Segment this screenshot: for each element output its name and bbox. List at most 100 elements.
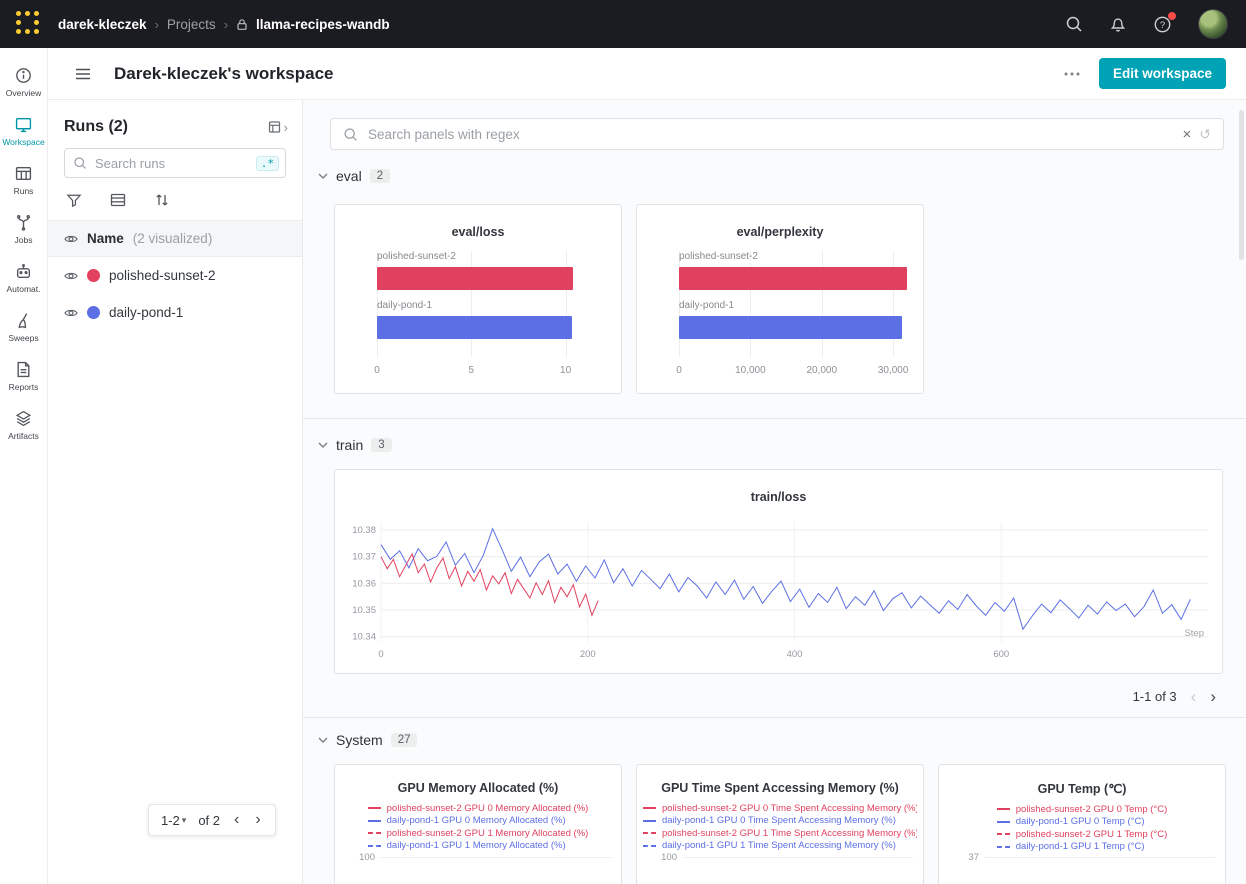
breadcrumb-user[interactable]: darek-kleczek (58, 17, 147, 32)
run-name[interactable]: daily-pond-1 (109, 305, 183, 320)
legend-entry[interactable]: daily-pond-1 GPU 0 Memory Allocated (%) (368, 815, 589, 828)
edit-workspace-button[interactable]: Edit workspace (1099, 58, 1226, 89)
info-icon (15, 67, 32, 84)
rail-item-artifacts[interactable]: Artifacts (0, 401, 48, 450)
svg-text:0: 0 (378, 649, 383, 660)
bar-category-label: daily-pond-1 (377, 300, 609, 312)
legend-entry[interactable]: polished-sunset-2 GPU 1 Time Spent Acces… (643, 827, 917, 840)
svg-text:10.36: 10.36 (352, 578, 376, 589)
search-icon[interactable] (1065, 15, 1083, 33)
bar[interactable] (377, 267, 573, 290)
legend-entry[interactable]: polished-sunset-2 GPU 0 Temp (°C) (997, 803, 1167, 816)
legend-entry[interactable]: daily-pond-1 GPU 1 Memory Allocated (%) (368, 840, 589, 853)
svg-text:600: 600 (993, 649, 1009, 660)
panel-gpu-memory-allocated[interactable]: GPU Memory Allocated (%) polished-sunset… (334, 764, 622, 884)
hamburger-menu-icon[interactable] (74, 65, 92, 83)
section-name[interactable]: System (336, 732, 383, 748)
legend-entry[interactable]: polished-sunset-2 GPU 1 Memory Allocated… (368, 827, 589, 840)
group-icon[interactable] (110, 193, 126, 207)
rail-item-runs[interactable]: Runs (0, 156, 48, 205)
runs-panel-title: Runs (2) (64, 118, 128, 136)
lock-icon (236, 18, 248, 31)
prev-page-chevron[interactable]: ‹ (1191, 688, 1197, 705)
train-loss-chart[interactable]: 10.3410.3510.3610.3710.380200400600Step (343, 514, 1216, 664)
run-color-dot (87, 269, 100, 282)
breadcrumb-project[interactable]: llama-recipes-wandb (256, 17, 390, 32)
help-icon[interactable]: ? (1153, 15, 1172, 34)
runs-sidebar: Runs (2) › .* (48, 100, 303, 884)
visibility-eye-icon[interactable] (64, 307, 78, 319)
regex-toggle[interactable]: .* (256, 156, 279, 171)
breadcrumb-separator: › (224, 17, 228, 32)
visibility-eye-icon[interactable] (64, 270, 78, 282)
bar[interactable] (377, 316, 572, 339)
legend-dash-icon (997, 808, 1010, 810)
next-page-chevron[interactable]: › (253, 812, 262, 828)
run-name[interactable]: polished-sunset-2 (109, 268, 216, 283)
bar-chart-area: polished-sunset-2daily-pond-10510 (377, 251, 609, 379)
prev-page-chevron[interactable]: ‹ (232, 812, 241, 828)
panel-train-loss[interactable]: train/loss 10.3410.3510.3610.3710.380200… (334, 469, 1223, 674)
legend-entry[interactable]: polished-sunset-2 GPU 0 Memory Allocated… (368, 802, 589, 815)
runs-search-box: .* (64, 148, 286, 178)
legend-dash-icon (997, 846, 1010, 848)
bar[interactable] (679, 316, 902, 339)
sort-icon[interactable] (154, 192, 170, 208)
notification-red-dot (1168, 12, 1176, 20)
run-row[interactable]: polished-sunset-2 (48, 257, 302, 294)
section-name[interactable]: eval (336, 168, 362, 184)
panel-gpu-temp[interactable]: GPU Temp (℃) polished-sunset-2 GPU 0 Tem… (938, 764, 1226, 884)
rail-item-jobs[interactable]: Jobs (0, 205, 48, 254)
run-row[interactable]: daily-pond-1 (48, 294, 302, 331)
chart-title: train/loss (335, 470, 1222, 504)
legend-entry[interactable]: daily-pond-1 GPU 0 Temp (°C) (997, 816, 1167, 829)
artifacts-layers-icon (15, 410, 32, 427)
rail-item-sweeps[interactable]: Sweeps (0, 303, 48, 352)
wandb-logo[interactable] (16, 11, 42, 37)
legend-entry[interactable]: polished-sunset-2 GPU 1 Temp (°C) (997, 828, 1167, 841)
section-count-badge: 27 (391, 733, 418, 747)
history-undo-icon[interactable]: ↺ (1199, 127, 1211, 141)
legend-dash-icon (368, 807, 381, 809)
top-navbar: darek-kleczek › Projects › llama-recipes… (0, 0, 1246, 48)
section-count-badge: 3 (371, 438, 391, 452)
chevron-down-icon[interactable] (318, 172, 328, 180)
panel-eval-loss[interactable]: eval/loss polished-sunset-2daily-pond-10… (334, 204, 622, 394)
name-column-header: Name (87, 231, 124, 246)
panel-search-box: × ↺ (330, 118, 1224, 150)
section-name[interactable]: train (336, 437, 363, 453)
bar[interactable] (679, 267, 907, 290)
runs-name-header[interactable]: Name (2 visualized) (48, 220, 302, 257)
filter-icon[interactable] (66, 192, 82, 208)
page-size-select[interactable]: 1-2▾ (161, 813, 186, 828)
rail-label: Runs (14, 186, 34, 196)
rail-item-reports[interactable]: Reports (0, 352, 48, 401)
next-page-chevron[interactable]: › (1210, 688, 1216, 705)
panel-gpu-time-accessing-memory[interactable]: GPU Time Spent Accessing Memory (%) poli… (636, 764, 924, 884)
chevron-down-icon[interactable] (318, 441, 328, 449)
runs-pagination: 1-2▾ of 2 ‹ › (148, 804, 276, 836)
user-avatar[interactable] (1198, 9, 1228, 39)
rail-item-workspace[interactable]: Workspace (0, 107, 48, 156)
expand-runs-table-icon[interactable]: › (268, 119, 288, 135)
panel-search-input[interactable] (366, 126, 1175, 143)
clear-search-icon[interactable]: × (1183, 127, 1192, 142)
rail-item-overview[interactable]: Overview (0, 58, 48, 107)
page-of-label: of 2 (198, 813, 220, 828)
legend-entry[interactable]: polished-sunset-2 GPU 0 Time Spent Acces… (643, 802, 917, 815)
notifications-bell-icon[interactable] (1109, 15, 1127, 33)
more-options-icon[interactable] (1063, 71, 1081, 77)
rail-label: Automat. (6, 284, 40, 294)
rail-label: Workspace (2, 137, 44, 147)
scrollbar-thumb[interactable] (1239, 110, 1244, 260)
rail-item-automations[interactable]: Automat. (0, 254, 48, 303)
chevron-down-icon[interactable] (318, 736, 328, 744)
chart-title: GPU Time Spent Accessing Memory (%) (637, 781, 923, 795)
runs-search-input[interactable] (93, 155, 250, 172)
panel-eval-perplexity[interactable]: eval/perplexity polished-sunset-2daily-p… (636, 204, 924, 394)
breadcrumb-projects[interactable]: Projects (167, 17, 216, 32)
section-count-badge: 2 (370, 169, 390, 183)
legend-entry[interactable]: daily-pond-1 GPU 0 Time Spent Accessing … (643, 815, 917, 828)
legend-entry[interactable]: daily-pond-1 GPU 1 Time Spent Accessing … (643, 840, 917, 853)
visibility-eye-icon[interactable] (64, 233, 78, 245)
